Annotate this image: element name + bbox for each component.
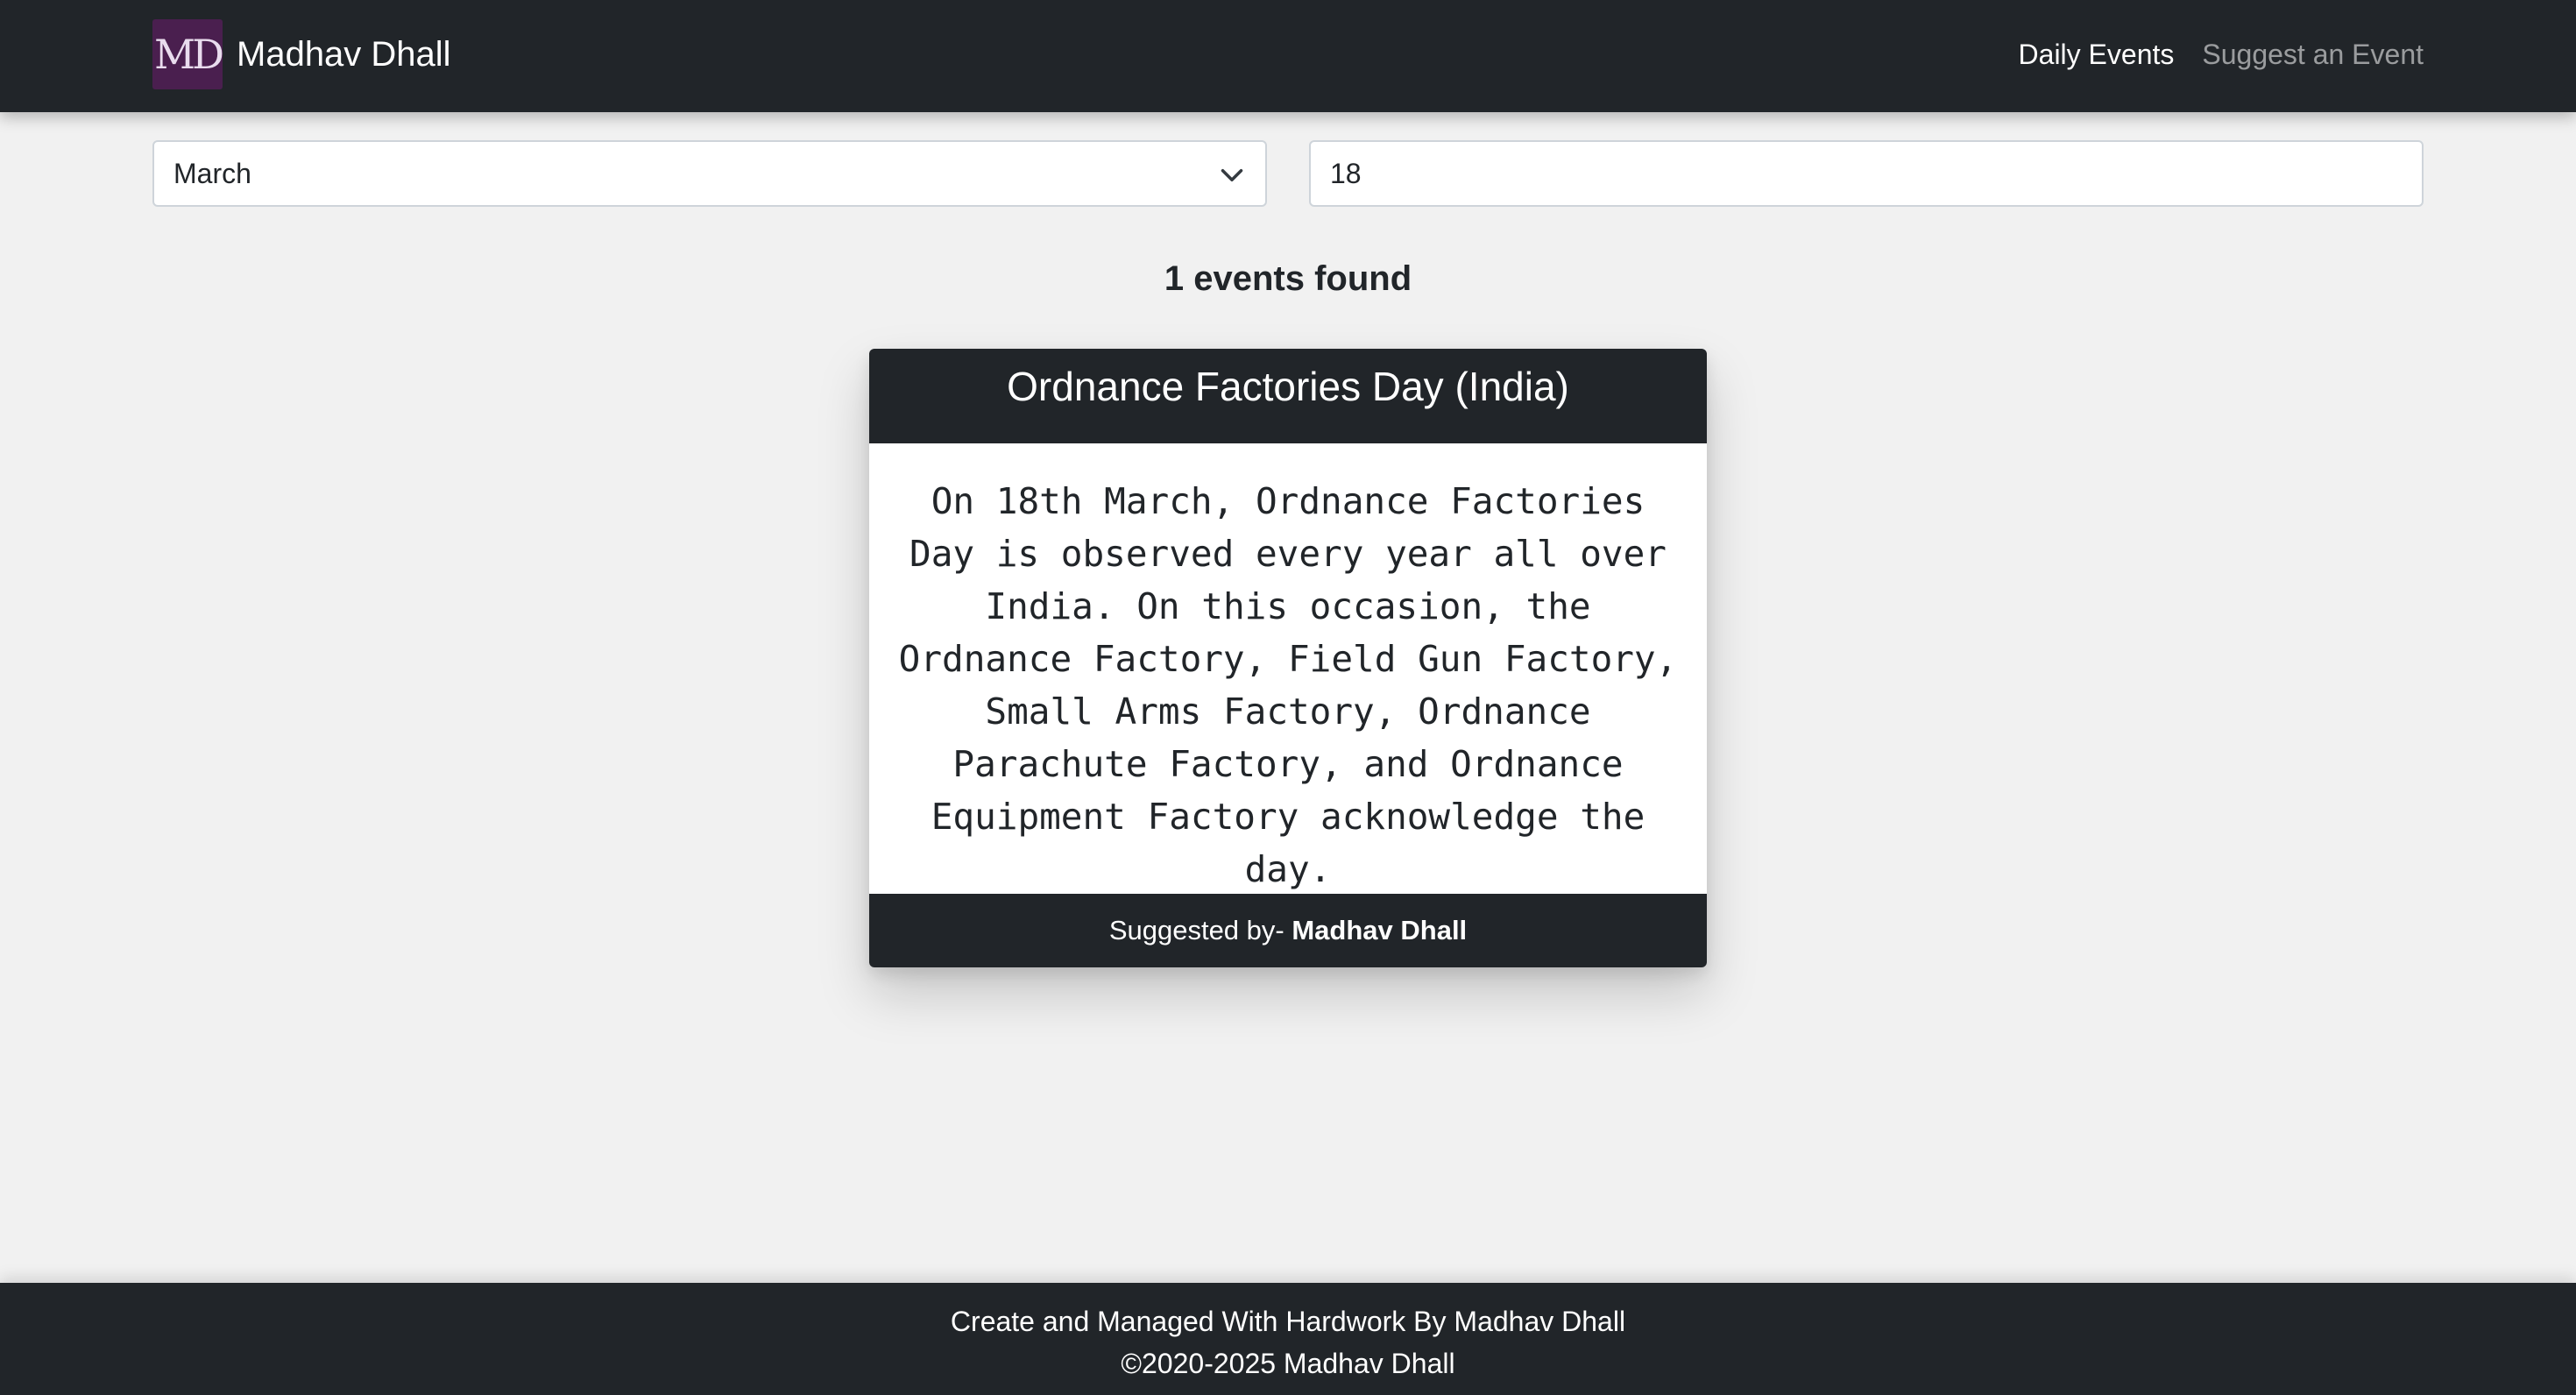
month-select[interactable]: March <box>152 140 1267 207</box>
suggested-by-prefix: Suggested by- <box>1108 915 1292 945</box>
logo: MD <box>152 19 224 89</box>
event-description: On 18th March, Ordnance Factories Day is… <box>898 480 1678 890</box>
month-select-value: March <box>173 157 251 189</box>
brand-link[interactable]: MD Madhav Dhall <box>152 19 451 89</box>
nav-links: Daily Events Suggest an Event <box>1991 19 2424 89</box>
footer-credit: Create and Managed With Hardwork By Madh… <box>950 1306 1626 1337</box>
footer-copyright: ©2020-2025 Madhav Dhall <box>1121 1348 1455 1379</box>
brand-name: Madhav Dhall <box>237 35 451 74</box>
event-suggested-by: Suggested by- Madhav Dhall <box>869 894 1707 967</box>
page-footer: Create and Managed With Hardwork By Madh… <box>0 1283 2576 1395</box>
suggested-by-name: Madhav Dhall <box>1292 915 1468 945</box>
nav-link-suggest-event[interactable]: Suggest an Event <box>2202 39 2424 71</box>
navbar: MD Madhav Dhall Daily Events Suggest an … <box>0 0 2576 112</box>
nav-link-daily-events[interactable]: Daily Events <box>2019 39 2175 71</box>
day-input[interactable] <box>1309 140 2424 207</box>
chevron-down-icon <box>1221 169 1243 181</box>
event-card: Ordnance Factories Day (India) On 18th M… <box>869 349 1707 967</box>
events-count: 1 events found <box>1164 259 1412 298</box>
event-title: Ordnance Factories Day (India) <box>869 349 1707 443</box>
